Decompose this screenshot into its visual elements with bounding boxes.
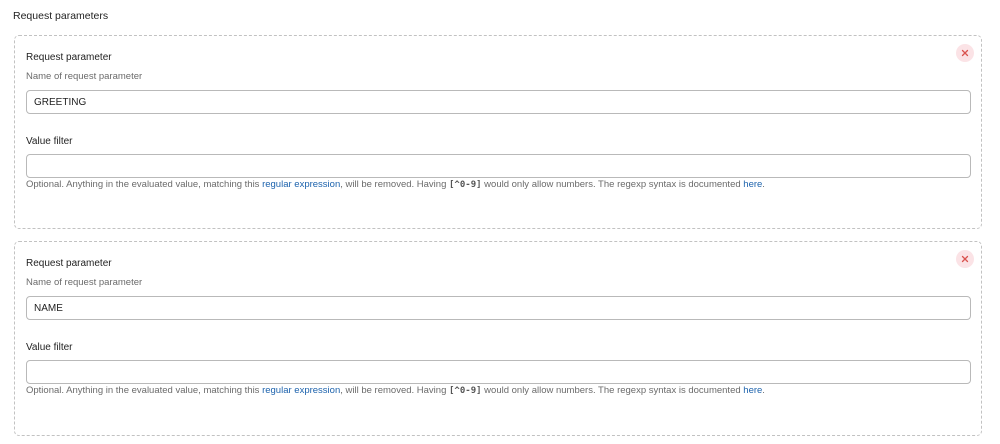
value-filter-help: Optional. Anything in the evaluated valu… [26,179,765,191]
regexp-syntax-here-link[interactable]: here [743,385,762,396]
value-filter-input[interactable] [26,154,971,178]
request-parameter-card: Request parameter Name of request parame… [14,35,982,229]
request-parameter-description: Name of request parameter [26,71,143,82]
regex-example-code: [^0-9] [449,386,482,396]
help-text-part: would only allow numbers. The regexp syn… [481,385,744,396]
help-text-part: , will be removed. Having [340,385,450,396]
regular-expression-link[interactable]: regular expression [262,385,340,396]
value-filter-label: Value filter [26,136,73,147]
close-icon [961,49,969,57]
regular-expression-link[interactable]: regular expression [262,179,340,190]
close-icon [961,255,969,263]
request-parameter-label: Request parameter [26,52,112,63]
request-parameter-name-input[interactable] [26,296,971,320]
delete-parameter-button[interactable] [956,250,974,268]
value-filter-help: Optional. Anything in the evaluated valu… [26,385,765,397]
request-parameter-description: Name of request parameter [26,277,143,288]
request-parameter-card: Request parameter Name of request parame… [14,241,982,436]
value-filter-label: Value filter [26,342,73,353]
help-text-part: . [762,385,765,396]
help-text-part: Optional. Anything in the evaluated valu… [26,385,263,396]
help-text-part: . [762,179,765,190]
help-text-part: , will be removed. Having [340,179,450,190]
help-text-part: Optional. Anything in the evaluated valu… [26,179,263,190]
request-parameter-name-input[interactable] [26,90,971,114]
delete-parameter-button[interactable] [956,44,974,62]
value-filter-input[interactable] [26,360,971,384]
regex-example-code: [^0-9] [449,180,482,190]
request-parameter-label: Request parameter [26,258,112,269]
section-title: Request parameters [13,10,109,22]
help-text-part: would only allow numbers. The regexp syn… [481,179,744,190]
regexp-syntax-here-link[interactable]: here [743,179,762,190]
